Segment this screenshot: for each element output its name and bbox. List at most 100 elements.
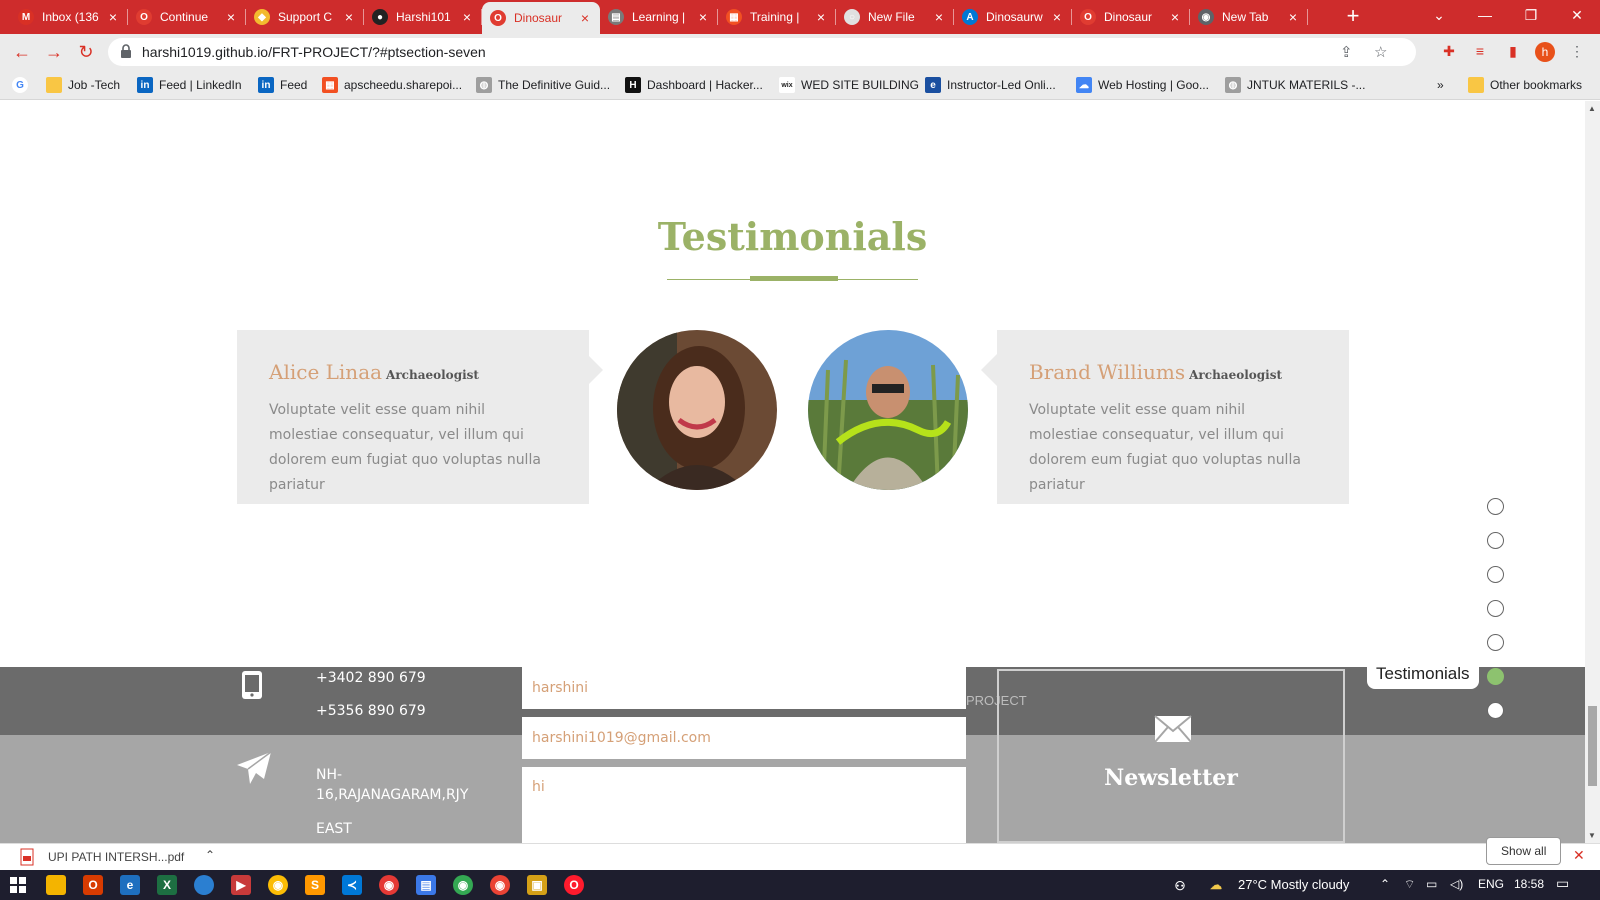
page-scrollbar[interactable]: ▲ ▼: [1585, 101, 1600, 843]
battery-icon[interactable]: ▭: [1426, 877, 1437, 891]
google-apps-icon[interactable]: G: [12, 76, 34, 94]
opera-taskbar-icon[interactable]: O: [564, 875, 584, 895]
chrome-active-icon[interactable]: ◉: [379, 875, 399, 895]
notifications-icon[interactable]: ▭: [1556, 875, 1569, 892]
section-nav-dot[interactable]: [1487, 702, 1504, 719]
close-tab-icon[interactable]: ×: [932, 9, 946, 25]
clock[interactable]: 18:58: [1514, 877, 1544, 891]
tab[interactable]: O Continue ×: [128, 0, 246, 34]
reload-button[interactable]: ↻: [74, 40, 98, 64]
chevron-up-icon[interactable]: ⌃: [205, 848, 215, 862]
edge-icon[interactable]: [194, 875, 214, 895]
testimonial-text: Voluptate velit esse quam nihil molestia…: [1029, 402, 1301, 493]
close-tab-icon[interactable]: ×: [1050, 9, 1064, 25]
bookmark-star-icon[interactable]: ☆: [1374, 43, 1387, 61]
close-tab-icon[interactable]: ×: [814, 9, 828, 25]
chrome-profile-2-icon[interactable]: ◉: [490, 875, 510, 895]
chrome-profile-icon[interactable]: ◉: [453, 875, 473, 895]
close-tab-icon[interactable]: ×: [342, 9, 356, 25]
forward-button[interactable]: →: [42, 40, 66, 64]
back-button[interactable]: ←: [10, 40, 34, 64]
close-tab-icon[interactable]: ×: [578, 10, 592, 26]
bookmark-item[interactable]: wix WED SITE BUILDING: [779, 76, 919, 94]
address-bar[interactable]: harshi1019.github.io/FRT-PROJECT/?#ptsec…: [108, 38, 1416, 66]
wifi-icon[interactable]: ⌔: [1404, 877, 1415, 892]
profile-avatar[interactable]: h: [1535, 42, 1555, 62]
section-nav-dot[interactable]: [1487, 634, 1504, 651]
tab[interactable]: M Inbox (136 ×: [10, 0, 128, 34]
restore-button[interactable]: ❐: [1508, 0, 1554, 30]
tab[interactable]: A Dinosaurw ×: [954, 0, 1072, 34]
section-nav-dot[interactable]: [1487, 498, 1504, 515]
show-all-button[interactable]: Show all: [1486, 837, 1562, 865]
sublime-text-icon[interactable]: S: [305, 875, 325, 895]
scrollbar-thumb[interactable]: [1588, 706, 1597, 786]
windows-start-icon[interactable]: [8, 875, 28, 895]
tab-search-button[interactable]: ⌄: [1416, 0, 1462, 30]
other-bookmarks-folder[interactable]: Other bookmarks: [1468, 76, 1582, 94]
bookmark-item[interactable]: ▦ apscheedu.sharepoi...: [322, 76, 462, 94]
bookmark-item[interactable]: in Feed: [258, 76, 307, 94]
bookmark-item[interactable]: in Feed | LinkedIn: [137, 76, 242, 94]
tab-title: Dinosaur: [1104, 10, 1153, 24]
section-nav-dot[interactable]: [1487, 566, 1504, 583]
bookmark-item[interactable]: ◍ JNTUK MATERILS -...: [1225, 76, 1365, 94]
bookmark-item[interactable]: ☁ Web Hosting | Goo...: [1076, 76, 1209, 94]
close-tab-icon[interactable]: ×: [224, 9, 238, 25]
tab[interactable]: ▦ Training | ×: [718, 0, 836, 34]
volume-icon[interactable]: ◁): [1450, 877, 1463, 891]
close-tab-icon[interactable]: ×: [1168, 9, 1182, 25]
tab[interactable]: ▤ Learning | ×: [600, 0, 718, 34]
vscode-icon[interactable]: ≺: [342, 875, 362, 895]
message-textarea[interactable]: hi: [522, 767, 966, 843]
tab[interactable]: ● Harshi101 ×: [364, 0, 482, 34]
chrome-icon[interactable]: ◉: [268, 875, 288, 895]
close-icon[interactable]: ✕: [1573, 847, 1585, 864]
people-icon[interactable]: ⚇: [1170, 876, 1190, 896]
section-nav-dot[interactable]: [1487, 532, 1504, 549]
tab[interactable]: ◉ New Tab ×: [1190, 0, 1308, 34]
close-window-button[interactable]: ✕: [1554, 0, 1600, 30]
share-icon[interactable]: ⇪: [1340, 43, 1353, 61]
bookmark-item[interactable]: Job -Tech: [46, 76, 120, 94]
tab[interactable]: O Dinosaur ×: [1072, 0, 1190, 34]
bookmark-label: The Definitive Guid...: [498, 78, 611, 92]
close-tab-icon[interactable]: ×: [106, 9, 120, 25]
close-tab-icon[interactable]: ×: [1286, 9, 1300, 25]
close-tab-icon[interactable]: ×: [460, 9, 474, 25]
internet-explorer-icon[interactable]: e: [120, 875, 140, 895]
language-indicator[interactable]: ENG: [1478, 877, 1504, 891]
side-panel-icon[interactable]: ▮: [1504, 42, 1522, 60]
bookmark-item[interactable]: ◍ The Definitive Guid...: [476, 76, 610, 94]
bookmark-label: Feed: [280, 78, 308, 92]
media-player-icon[interactable]: ▶: [231, 875, 251, 895]
more-bookmarks-button[interactable]: »: [1437, 76, 1444, 94]
email-input[interactable]: harshini1019@gmail.com: [522, 717, 966, 759]
notes-icon[interactable]: ▤: [416, 875, 436, 895]
menu-icon[interactable]: ⋮: [1568, 42, 1586, 60]
section-nav-dot[interactable]: [1487, 600, 1504, 617]
tab[interactable]: ◆ Support C ×: [246, 0, 364, 34]
office-icon[interactable]: O: [83, 875, 103, 895]
scroll-down-arrow[interactable]: ▼: [1588, 831, 1596, 840]
excel-icon[interactable]: X: [157, 875, 177, 895]
weather-text[interactable]: 27°C Mostly cloudy: [1238, 877, 1349, 892]
minimize-button[interactable]: —: [1462, 0, 1508, 30]
weather-icon[interactable]: ☁: [1206, 875, 1226, 895]
tab[interactable]: O Dinosaur ×: [482, 2, 600, 34]
scroll-up-arrow[interactable]: ▲: [1588, 104, 1596, 113]
name-input[interactable]: harshini: [522, 667, 966, 709]
close-tab-icon[interactable]: ×: [696, 9, 710, 25]
extensions-icon[interactable]: ✚: [1440, 42, 1458, 60]
reading-list-icon[interactable]: ≡: [1471, 42, 1489, 60]
tray-overflow-icon[interactable]: ⌃: [1380, 877, 1390, 891]
store-icon[interactable]: ▣: [527, 875, 547, 895]
bookmark-item[interactable]: H Dashboard | Hacker...: [625, 76, 763, 94]
bookmark-item[interactable]: e Instructor-Led Onli...: [925, 76, 1056, 94]
tab[interactable]: ○ New File ×: [836, 0, 954, 34]
download-filename[interactable]: UPI PATH INTERSH...pdf: [48, 850, 184, 864]
file-explorer-icon[interactable]: [46, 875, 66, 895]
newsletter-box[interactable]: Newsletter: [997, 669, 1345, 843]
section-nav-dot[interactable]: [1487, 668, 1504, 685]
new-tab-button[interactable]: +: [1340, 4, 1366, 30]
